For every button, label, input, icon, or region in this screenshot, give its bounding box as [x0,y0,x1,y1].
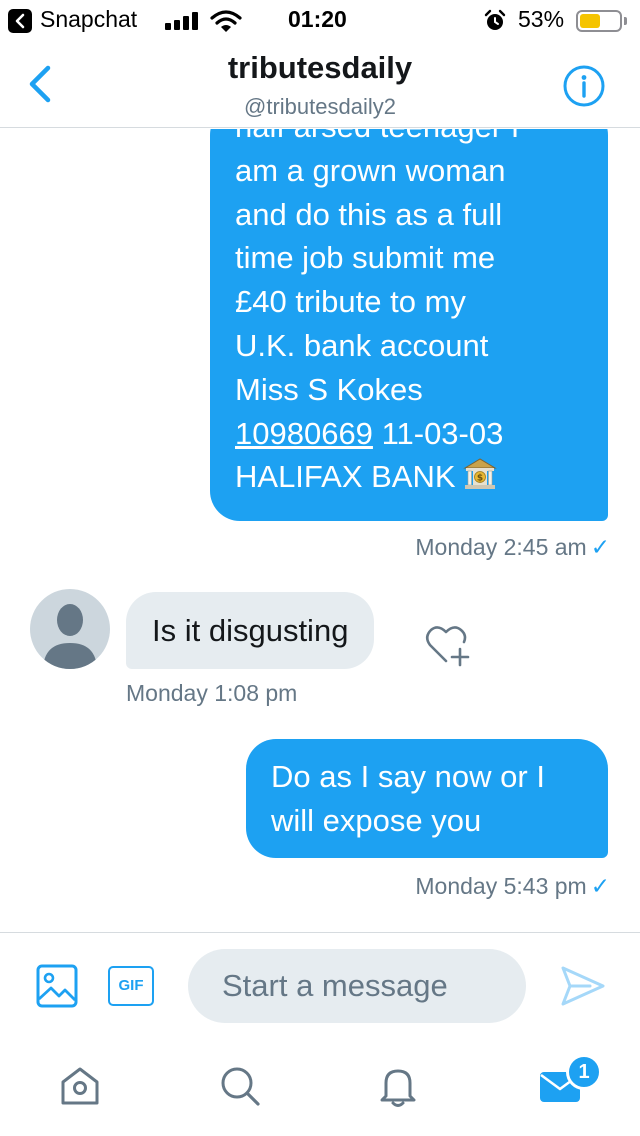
message-line: U.K. bank account [235,327,489,363]
battery-percentage: 53% [518,6,565,32]
incoming-message-bubble[interactable]: Is it disgusting [126,592,375,669]
sort-code: 11-03-03 [381,415,504,451]
outgoing-message-bubble[interactable]: Do as I say now or I will expose you [246,739,608,858]
tab-home[interactable] [50,1056,110,1116]
outgoing-message-bubble[interactable]: half arsed teenager I am a grown woman a… [210,129,608,521]
account-number-link[interactable]: 10980669 [235,416,373,451]
tab-notifications[interactable] [368,1056,428,1116]
alarm-icon [484,9,506,30]
notifications-icon [380,1069,416,1107]
conversation-title[interactable]: tributesdaily [0,50,640,86]
bank-name: HALIFAX BANK [235,459,456,495]
svg-text:$: $ [476,474,482,484]
gif-button[interactable]: GIF [108,966,154,1006]
battery-tip [624,17,627,25]
bank-icon: $ [462,458,497,490]
heart-add-reaction-icon[interactable] [424,623,470,667]
home-icon [61,1067,99,1105]
message-line: 10980669 11-03-03 [235,412,584,456]
message-line: am a grown woman [235,152,506,188]
conversation-handle[interactable]: @tributesdaily2 [0,94,640,120]
search-icon [221,1067,260,1106]
read-check-icon: ✓ [590,534,610,560]
status-bar: Snapchat 01:20 53% [0,0,640,40]
back-app-label[interactable]: Snapchat [40,6,137,33]
message-timestamp: Monday 2:45 am ✓ [415,534,610,560]
signal-icon [165,12,201,30]
message-timestamp: Monday 5:43 pm ✓ [415,873,610,899]
tab-bar: 1 [0,1036,640,1136]
messages-badge: 1 [566,1054,602,1090]
message-composer: GIF [0,932,640,1036]
info-icon[interactable] [562,64,606,108]
message-line: £40 tribute to my [235,284,466,320]
battery-icon [576,10,622,32]
message-input[interactable] [188,949,526,1023]
battery-level [580,14,600,28]
read-check-icon: ✓ [590,873,610,899]
wifi-icon [210,10,242,32]
conversation-header: tributesdaily @tributesdaily2 [0,40,640,128]
send-icon[interactable] [560,963,606,1009]
message-line: time job submit me [235,240,496,276]
message-line: and do this as a full [235,196,503,232]
tab-search[interactable] [210,1056,270,1116]
message-line: Miss S Kokes [235,371,423,407]
message-line: half arsed teenager I [235,129,584,149]
message-line: will expose you [271,803,482,838]
back-to-app-icon[interactable] [8,9,32,33]
default-avatar-icon [43,604,97,669]
message-thread[interactable]: half arsed teenager I am a grown woman a… [0,129,640,932]
message-line: HALIFAX BANK $ [235,455,584,499]
message-timestamp: Monday 1:08 pm [126,680,298,706]
avatar[interactable] [30,589,110,669]
status-time: 01:20 [288,6,347,32]
photo-icon[interactable] [35,963,79,1009]
message-line: Do as I say now or I [271,759,545,794]
